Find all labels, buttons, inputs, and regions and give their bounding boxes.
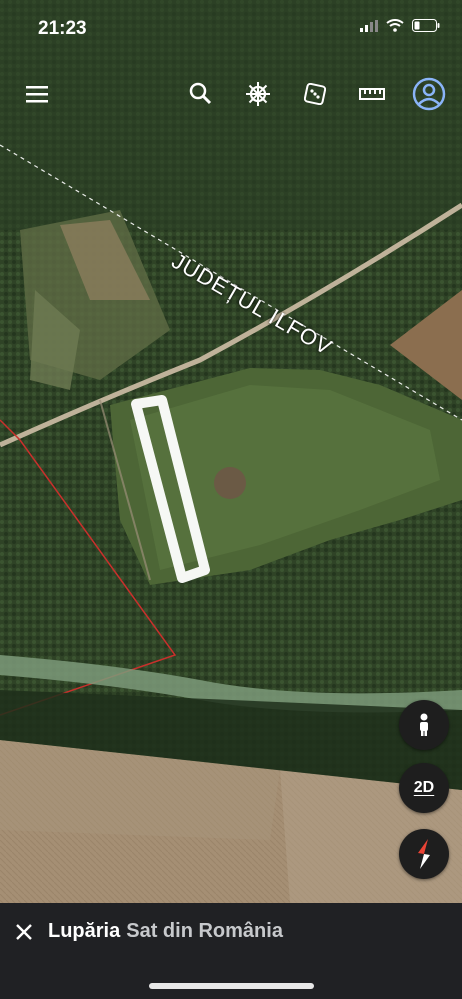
pegman-icon	[420, 713, 428, 736]
status-time: 21:23	[38, 18, 87, 39]
account-icon[interactable]	[409, 74, 449, 114]
top-toolbar	[0, 74, 462, 114]
home-indicator	[149, 983, 314, 989]
status-icons	[360, 19, 440, 32]
search-icon[interactable]	[181, 74, 221, 114]
street-view-button[interactable]	[399, 700, 449, 750]
place-subtitle: Sat din România	[126, 920, 283, 942]
place-title[interactable]: Lupăria Sat din România	[48, 920, 283, 943]
compass-icon	[418, 839, 430, 869]
wifi-icon	[386, 19, 404, 32]
satellite-map[interactable]	[0, 0, 462, 903]
compass-button[interactable]	[399, 829, 449, 879]
ship-wheel-icon[interactable]	[238, 74, 278, 114]
battery-icon	[412, 19, 440, 32]
status-bar: 21:23	[0, 0, 462, 58]
dice-icon[interactable]	[295, 74, 335, 114]
menu-icon[interactable]	[18, 74, 58, 114]
place-name: Lupăria	[48, 920, 121, 942]
cellular-signal-icon	[360, 19, 378, 32]
ruler-icon[interactable]	[352, 74, 392, 114]
close-icon[interactable]	[12, 920, 36, 944]
view-mode-button[interactable]: 2D	[399, 763, 449, 813]
